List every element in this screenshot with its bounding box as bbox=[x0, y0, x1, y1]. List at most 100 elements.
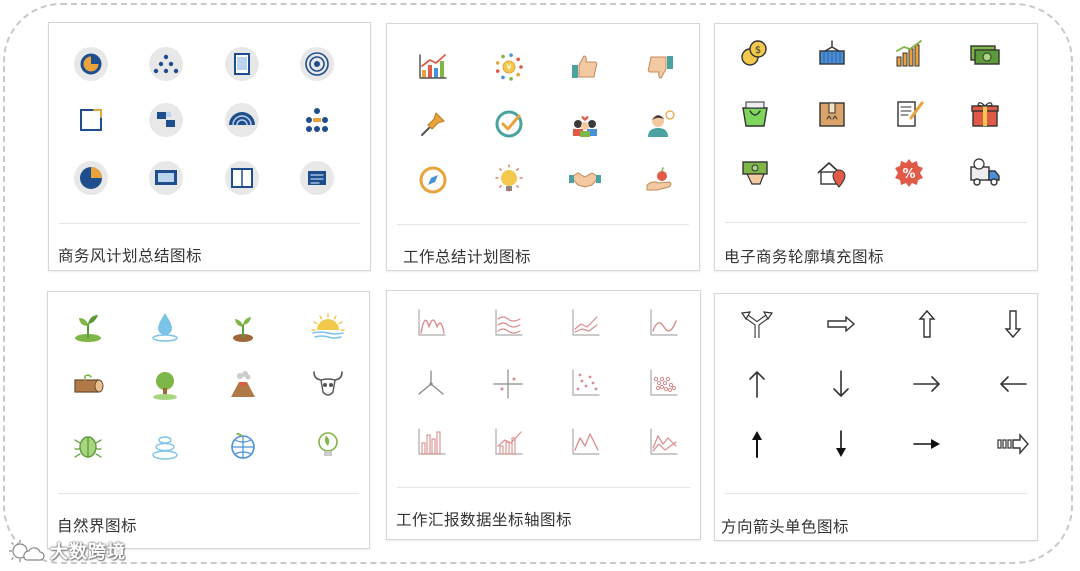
right-striped-arrow-icon bbox=[993, 424, 1033, 464]
icon-grid bbox=[48, 292, 369, 490]
card-caption: 商务风计划总结图标 bbox=[58, 247, 203, 265]
log-icon bbox=[68, 365, 108, 405]
split-arrow-icon bbox=[737, 304, 777, 344]
pie-target-icon bbox=[71, 44, 111, 84]
watermark-text: 大数跨境 bbox=[50, 542, 126, 563]
axis-bars-icon bbox=[411, 423, 451, 463]
axis-double-line-icon bbox=[643, 423, 683, 463]
invoice-pen-icon bbox=[889, 94, 929, 134]
handshake-icon bbox=[565, 160, 605, 200]
sun-cloud-icon bbox=[9, 540, 45, 562]
axis-3d-icon bbox=[411, 364, 451, 404]
gift-icon bbox=[965, 94, 1005, 134]
shipping-container-icon bbox=[812, 34, 852, 74]
square-corner-icon bbox=[71, 100, 111, 140]
down-arrow-icon bbox=[821, 364, 861, 404]
globe-plant-icon bbox=[223, 425, 263, 465]
delivery-truck-icon bbox=[965, 153, 1005, 193]
svg-text:¥: ¥ bbox=[506, 63, 511, 72]
sunrise-icon bbox=[308, 307, 348, 347]
icon-grid bbox=[387, 291, 700, 489]
down-hollow-arrow-icon bbox=[993, 304, 1033, 344]
up-arrow-icon bbox=[737, 364, 777, 404]
right-dashed-arrow-icon bbox=[907, 424, 947, 464]
axis-waves-icon bbox=[488, 304, 528, 344]
person-idea-icon bbox=[640, 104, 680, 144]
card-divider bbox=[725, 222, 1027, 223]
banknotes-icon bbox=[965, 34, 1005, 74]
axis-bar-line-icon bbox=[488, 423, 528, 463]
watermark-logo: 大数跨境 bbox=[8, 535, 126, 567]
card-divider bbox=[58, 493, 359, 494]
up-bold-arrow-icon bbox=[737, 424, 777, 464]
document-stack-icon bbox=[297, 158, 337, 198]
tablet-icon bbox=[222, 44, 262, 84]
thumbs-up-icon bbox=[565, 47, 605, 87]
coin-cycle-icon: ¥ bbox=[489, 47, 529, 87]
icon-card-arrows[interactable]: 方向箭头单色图标 bbox=[714, 293, 1038, 541]
thumbs-down-icon bbox=[640, 47, 680, 87]
axis-cross-icon bbox=[488, 364, 528, 404]
svg-text:%: % bbox=[902, 167, 915, 182]
eco-bulb-icon bbox=[308, 425, 348, 465]
blocks-icon bbox=[146, 100, 186, 140]
compass-icon bbox=[413, 160, 453, 200]
icon-card-work[interactable]: ¥ 工作总结计划图标 bbox=[386, 23, 700, 271]
icon-grid: $% bbox=[715, 24, 1037, 222]
card-divider bbox=[59, 223, 360, 224]
coin-stack-icon: $ bbox=[735, 34, 775, 74]
seedling-icon bbox=[223, 307, 263, 347]
shopping-bag-icon bbox=[735, 94, 775, 134]
axis-scatter-icon bbox=[565, 364, 605, 404]
house-location-icon bbox=[812, 153, 852, 193]
icon-card-ecommerce[interactable]: $% 电子商务轮廓填充图标 bbox=[714, 23, 1038, 271]
axis-line-icon bbox=[643, 304, 683, 344]
package-box-icon bbox=[812, 94, 852, 134]
card-divider bbox=[397, 224, 689, 225]
axis-curve-icon bbox=[411, 304, 451, 344]
card-divider bbox=[725, 493, 1027, 494]
dots-pyramid-icon bbox=[146, 44, 186, 84]
org-chart-icon bbox=[297, 100, 337, 140]
left-arrow-icon bbox=[993, 364, 1033, 404]
right-arrow-icon bbox=[907, 364, 947, 404]
axis-lines-icon bbox=[565, 304, 605, 344]
stones-icon bbox=[145, 425, 185, 465]
light-bulb-icon bbox=[489, 160, 529, 200]
icon-grid bbox=[49, 23, 370, 221]
discount-badge-icon: % bbox=[889, 153, 929, 193]
concentric-circles-icon bbox=[297, 44, 337, 84]
card-caption: 工作汇报数据坐标轴图标 bbox=[396, 511, 573, 529]
bar-growth-chart-icon bbox=[413, 47, 453, 87]
pushpin-icon bbox=[413, 104, 453, 144]
radar-icon bbox=[222, 100, 262, 140]
down-dotted-arrow-icon bbox=[821, 424, 861, 464]
bull-skull-icon bbox=[308, 365, 348, 405]
tree-icon bbox=[145, 365, 185, 405]
icon-card-axis[interactable]: 工作汇报数据坐标轴图标 bbox=[386, 290, 701, 540]
pie-chart-icon bbox=[71, 158, 111, 198]
card-caption: 电子商务轮廓填充图标 bbox=[724, 248, 885, 266]
sprout-icon bbox=[68, 307, 108, 347]
card-caption: 方向箭头单色图标 bbox=[721, 518, 850, 536]
beetle-icon bbox=[68, 425, 108, 465]
presentation-board-icon bbox=[146, 158, 186, 198]
book-icon bbox=[222, 158, 262, 198]
hand-apple-icon bbox=[640, 160, 680, 200]
icon-grid bbox=[715, 294, 1037, 492]
check-badge-icon bbox=[489, 104, 529, 144]
axis-zigzag-icon bbox=[565, 423, 605, 463]
icon-card-business[interactable]: 商务风计划总结图标 bbox=[48, 22, 371, 271]
card-caption: 工作总结计划图标 bbox=[403, 248, 532, 266]
up-hollow-arrow-icon bbox=[907, 304, 947, 344]
axis-scatter-dense-icon bbox=[643, 364, 683, 404]
card-caption: 自然界图标 bbox=[57, 517, 138, 535]
cash-hand-icon bbox=[735, 153, 775, 193]
icon-grid: ¥ bbox=[387, 24, 699, 222]
right-hollow-arrow-icon bbox=[821, 304, 861, 344]
icon-card-nature[interactable]: 自然界图标 bbox=[47, 291, 370, 549]
svg-text:$: $ bbox=[755, 45, 761, 56]
card-divider bbox=[397, 487, 690, 488]
growth-bars-icon bbox=[889, 34, 929, 74]
volcano-icon bbox=[223, 365, 263, 405]
